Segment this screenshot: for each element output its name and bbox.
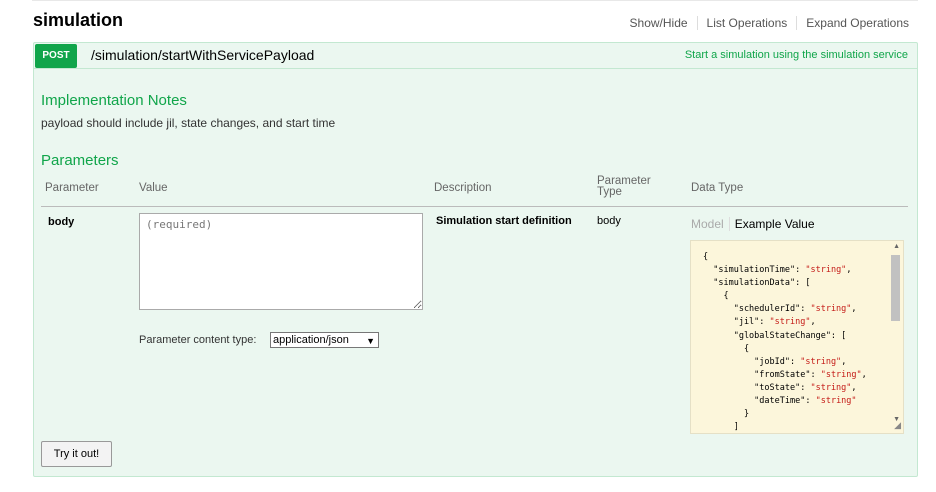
show-hide-link[interactable]: Show/Hide [630,16,688,30]
parameter-type: body [597,215,621,227]
try-it-out-button[interactable]: Try it out! [41,441,112,467]
list-operations-link[interactable]: List Operations [707,16,788,30]
resource-title: simulation [33,10,124,30]
column-header-value: Value [139,182,168,194]
scroll-up-arrow-icon[interactable]: ▲ [893,243,900,250]
content-type-selected: application/json [273,334,349,346]
implementation-notes-heading: Implementation Notes [41,92,187,109]
scrollbar-thumb[interactable] [891,255,900,321]
chevron-down-icon: ▼ [366,336,375,346]
body-value-textarea[interactable] [139,213,423,310]
example-json[interactable]: { "simulationTime": "string", "simulatio… [691,241,903,433]
example-scrollbar[interactable]: ▲ ▼ [889,241,903,433]
content-type-select[interactable]: application/json ▼ [270,332,379,348]
table-header-rule [41,206,908,207]
operation-summary[interactable]: Start a simulation using the simulation … [685,49,908,61]
column-header-data-type: Data Type [691,182,744,194]
parameter-name: body [48,216,75,228]
example-value-box[interactable]: { "simulationTime": "string", "simulatio… [690,240,904,434]
parameters-heading: Parameters [41,152,119,169]
resize-grip-icon[interactable]: ◢ [894,420,901,431]
content-type-label: Parameter content type: [139,334,257,346]
top-divider [32,0,918,3]
column-header-parameter: Parameter [45,182,99,194]
tab-example-value[interactable]: Example Value [735,217,815,231]
operation-path[interactable]: /simulation/startWithServicePayload [91,47,314,63]
operation-panel: POST /simulation/startWithServicePayload… [33,42,918,477]
tab-divider [728,217,730,231]
model-tabs: Model Example Value [691,217,815,231]
column-header-description: Description [434,182,492,194]
link-divider [696,16,698,30]
column-header-parameter-type: Parameter Type [597,175,651,198]
http-method-badge[interactable]: POST [35,44,77,68]
parameter-description: Simulation start definition [436,215,572,227]
expand-operations-link[interactable]: Expand Operations [806,16,909,30]
link-divider [796,16,798,30]
operation-header[interactable]: POST /simulation/startWithServicePayload… [34,43,917,69]
resource-links: Show/Hide List Operations Expand Operati… [630,16,909,30]
implementation-notes-text: payload should include jil, state change… [41,116,336,130]
tab-model[interactable]: Model [691,217,724,231]
